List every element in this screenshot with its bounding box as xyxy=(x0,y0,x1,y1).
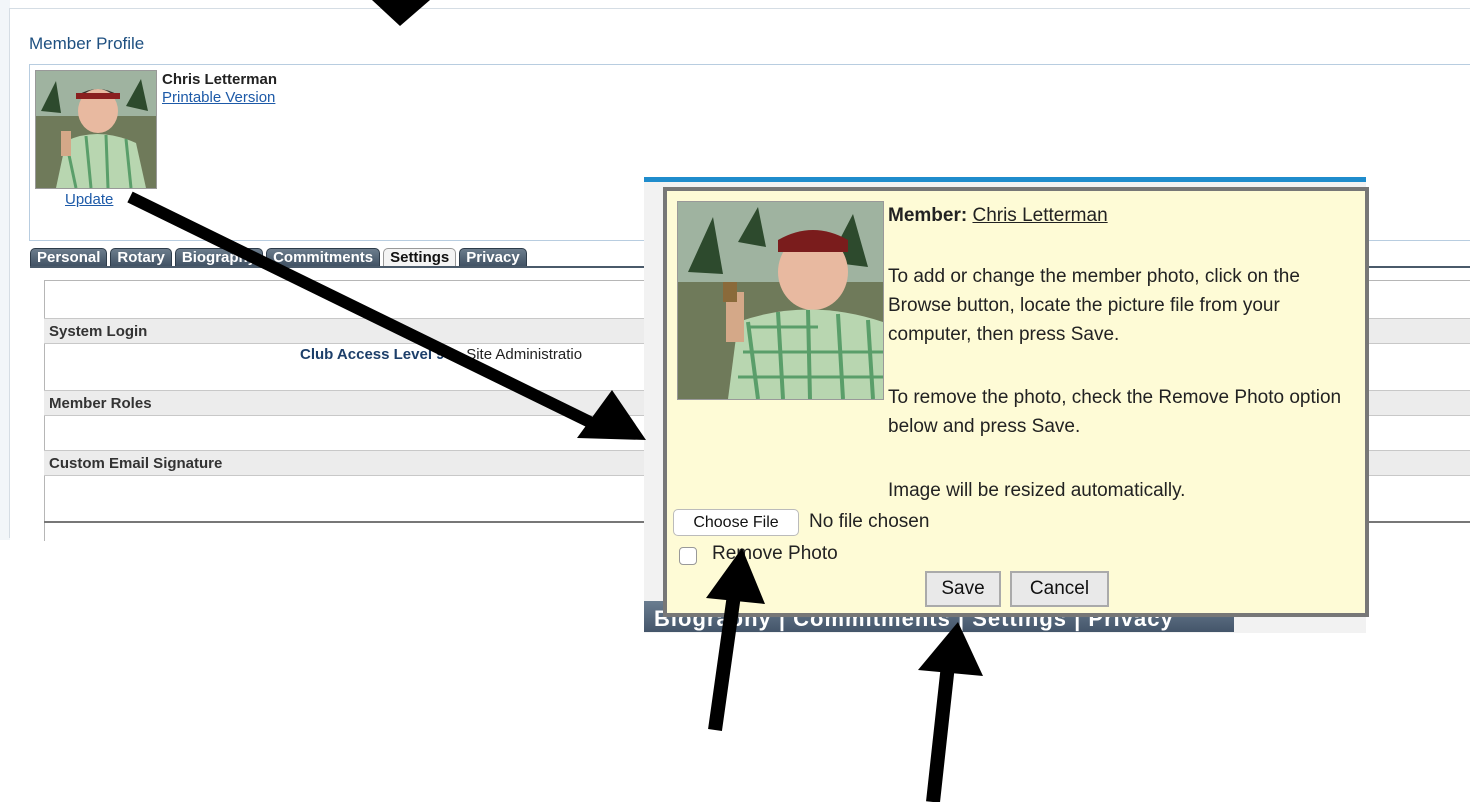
arrow-to-modal xyxy=(127,191,601,432)
arrow-to-choose-file-head xyxy=(706,548,765,604)
arrow-to-save-head xyxy=(918,622,983,676)
annotation-arrows xyxy=(127,0,983,802)
arrow-top xyxy=(372,0,430,26)
arrow-to-save xyxy=(926,664,955,802)
arrow-to-choose-file xyxy=(708,594,741,731)
